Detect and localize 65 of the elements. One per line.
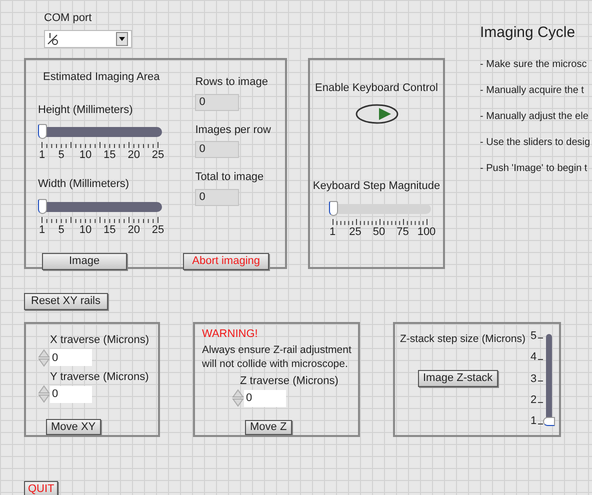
scale-label: 1: [530, 415, 537, 428]
scale-label: 15: [104, 224, 116, 236]
slider-thumb[interactable]: [328, 201, 338, 216]
indicator-value: 0: [195, 188, 240, 206]
toggle-switch[interactable]: [354, 102, 398, 124]
scale-label: 1: [38, 224, 46, 236]
slider-label: Z-stack step size (Microns): [400, 332, 526, 347]
scale-label: 75: [396, 226, 409, 239]
field-label: Y traverse (Microns): [50, 370, 150, 384]
scale-label: 5: [58, 224, 64, 236]
instruction-step: - Manually adjust the ele: [480, 108, 590, 124]
scale-label: 20: [128, 224, 140, 236]
indicator-label: Total to image: [195, 170, 265, 185]
scale-label: 3: [530, 372, 537, 386]
scale-label: 1: [329, 226, 336, 239]
io-icon: [47, 32, 59, 46]
indicator-value: 0: [195, 141, 240, 158]
scale-label: 20: [128, 149, 140, 162]
field-label: COM port: [44, 11, 93, 26]
slider[interactable]: [542, 332, 555, 426]
scale-label: 4: [530, 351, 537, 364]
scale-label: 15: [104, 149, 116, 162]
scale-label: 25: [152, 224, 164, 236]
indicator-value: 0: [195, 94, 240, 110]
slider-thumb[interactable]: [542, 417, 555, 426]
slider-thumb[interactable]: [38, 198, 47, 214]
scale-label: 1: [38, 149, 46, 162]
move-z-button[interactable]: Move Z: [245, 420, 292, 435]
indicator-label: Images per row: [195, 122, 271, 138]
instruction-step: - Push 'Image' to begin t: [480, 160, 590, 176]
number-field[interactable]: 0: [50, 349, 92, 366]
scale-label: 5: [58, 149, 64, 162]
image-z-stack-button[interactable]: Image Z-stack: [418, 370, 498, 387]
slider[interactable]: [38, 198, 162, 214]
number-field[interactable]: 0: [50, 386, 92, 402]
instruction-step: - Use the sliders to desig: [480, 134, 590, 150]
move-xy-button[interactable]: Move XY: [46, 419, 101, 435]
warning-message: Always ensure Z-rail adjustment will not collide with microscope.: [202, 342, 352, 370]
image-button[interactable]: Image: [42, 252, 127, 270]
field-label: Z traverse (Microns): [240, 374, 340, 388]
scale-label: 50: [372, 226, 386, 239]
scale-label: 5: [530, 330, 537, 343]
instruction-step: - Manually acquire the t: [480, 82, 590, 98]
slider-label: Keyboard Step Magnitude: [312, 178, 440, 194]
section-title: Imaging Cycle: [480, 23, 576, 43]
slider-thumb[interactable]: [38, 124, 47, 139]
scale-label: 10: [79, 149, 92, 162]
slider[interactable]: [38, 124, 162, 139]
indicator-label: Rows to image: [195, 75, 269, 90]
com-port-dropdown[interactable]: [44, 30, 132, 48]
instruction-step: - Make sure the microsc: [480, 56, 590, 72]
panel-title: Estimated Imaging Area: [43, 70, 161, 85]
scale-label: 25: [152, 149, 164, 162]
scale-label: 2: [530, 394, 537, 407]
slider-label: Height (Millimeters): [38, 102, 134, 118]
reset-button[interactable]: Reset XY rails: [24, 293, 108, 310]
slider[interactable]: [328, 201, 430, 216]
scale-label: 25: [349, 226, 362, 239]
number-field[interactable]: 0: [244, 390, 286, 406]
scale-label: 10: [79, 224, 92, 236]
slider-label: Width (Millimeters): [38, 177, 130, 192]
field-label: X traverse (Microns): [50, 333, 150, 348]
scale-label: 100: [417, 226, 436, 239]
warning-text: WARNING!: [202, 327, 259, 342]
toggle-label: Enable Keyboard Control: [315, 81, 438, 96]
